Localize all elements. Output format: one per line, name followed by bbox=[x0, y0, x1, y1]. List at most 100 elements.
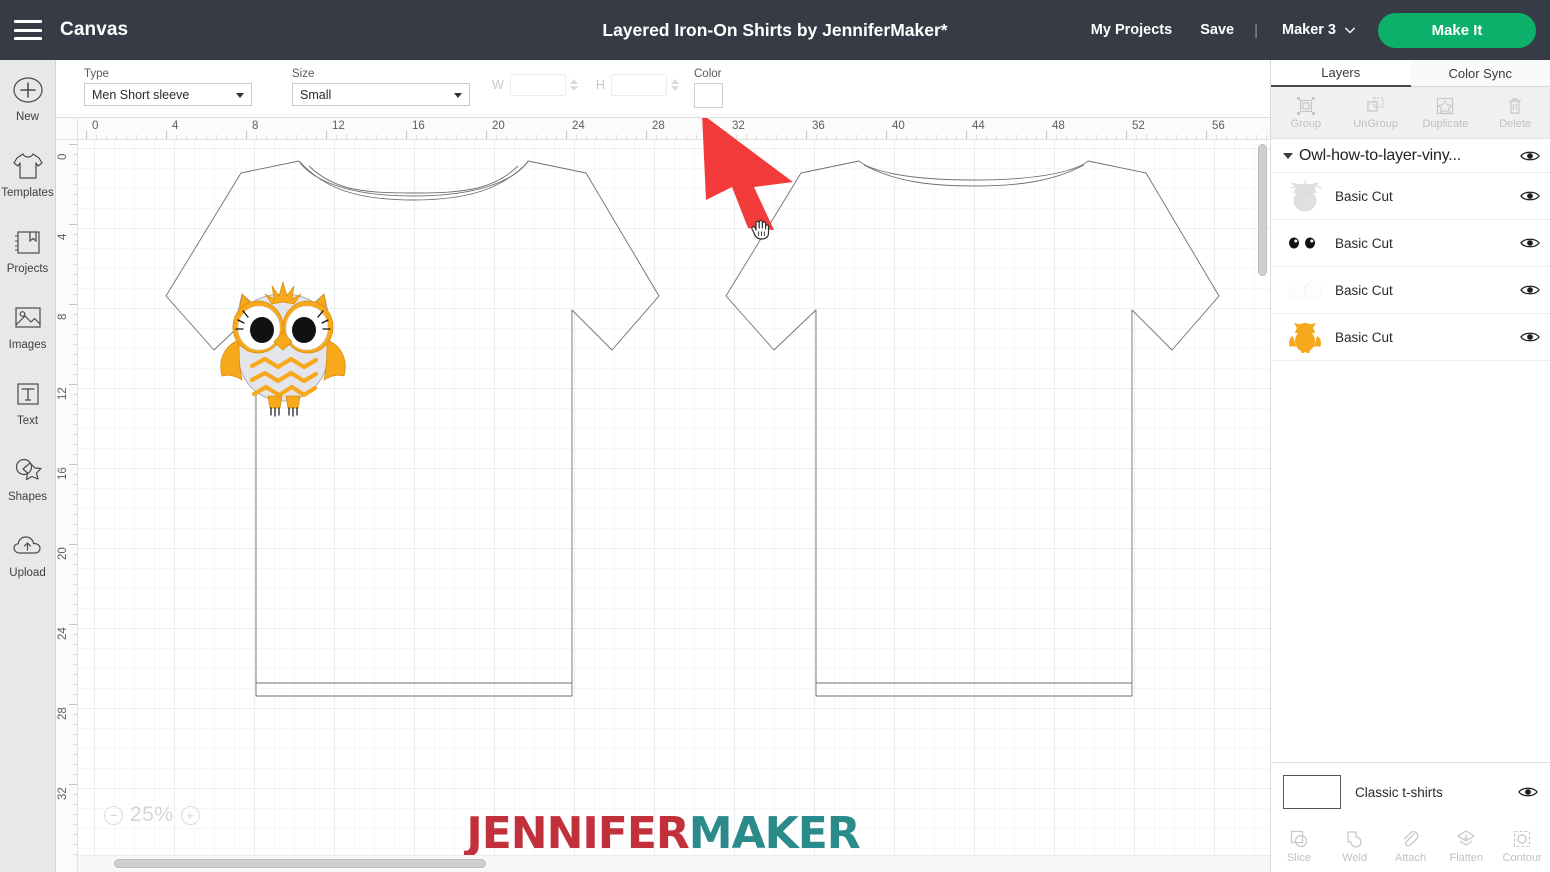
ungroup-button[interactable]: UnGroup bbox=[1341, 87, 1411, 138]
ruler-tick-minor bbox=[73, 404, 77, 405]
eye-icon[interactable] bbox=[1520, 236, 1540, 250]
vertical-scrollbar-thumb[interactable] bbox=[1258, 144, 1267, 276]
ruler-tick-label: 56 bbox=[1212, 120, 1225, 132]
ruler-tick-minor bbox=[1166, 135, 1167, 139]
contour-button[interactable]: Contour bbox=[1494, 821, 1550, 871]
ruler-tick-minor bbox=[976, 135, 977, 139]
ruler-tick-minor bbox=[526, 135, 527, 139]
ruler-tick bbox=[246, 131, 247, 139]
ruler-tick-minor bbox=[73, 434, 77, 435]
ruler-tick-label: 8 bbox=[252, 120, 259, 132]
eye-icon[interactable] bbox=[1520, 283, 1540, 297]
ruler-tick-minor bbox=[1256, 135, 1257, 139]
layer-row[interactable]: Basic Cut bbox=[1271, 267, 1550, 314]
eye-icon[interactable] bbox=[1520, 189, 1540, 203]
hamburger-menu-icon[interactable] bbox=[14, 20, 42, 40]
left-sidebar: New Templates Projects Images Text Shape… bbox=[0, 60, 56, 872]
ruler-tick-minor bbox=[73, 804, 77, 805]
sidebar-item-shapes[interactable]: Shapes bbox=[0, 452, 56, 528]
sidebar-item-upload[interactable]: Upload bbox=[0, 528, 56, 604]
ruler-tick-minor bbox=[73, 524, 77, 525]
width-label: W bbox=[492, 78, 504, 92]
eye-icon[interactable] bbox=[1520, 149, 1540, 163]
delete-button[interactable]: Delete bbox=[1480, 87, 1550, 138]
size-select[interactable]: Small bbox=[292, 83, 470, 106]
ruler-tick-label: 20 bbox=[492, 120, 505, 132]
attach-button[interactable]: Attach bbox=[1383, 821, 1439, 871]
eye-icon[interactable] bbox=[1520, 330, 1540, 344]
ruler-tick-minor bbox=[1186, 135, 1187, 139]
ruler-tick-minor bbox=[73, 234, 77, 235]
ruler-tick bbox=[1046, 131, 1047, 139]
layer-group-row[interactable]: Owl-how-to-layer-viny... bbox=[1271, 139, 1550, 173]
ruler-tick-minor bbox=[336, 135, 337, 139]
chevron-down-icon[interactable] bbox=[1283, 152, 1293, 159]
ruler-tick bbox=[69, 464, 77, 465]
ruler-tick-minor bbox=[73, 764, 77, 765]
size-value: Small bbox=[300, 87, 332, 102]
ruler-tick-minor bbox=[676, 135, 677, 139]
ruler-tick-minor bbox=[686, 135, 687, 139]
ruler-tick-minor bbox=[1096, 135, 1097, 139]
sidebar-item-new[interactable]: New bbox=[0, 72, 56, 148]
layer-row[interactable]: Basic Cut bbox=[1271, 314, 1550, 361]
layer-name: Basic Cut bbox=[1335, 235, 1393, 251]
ruler-tick-minor bbox=[186, 135, 187, 139]
height-input[interactable] bbox=[610, 74, 667, 96]
flatten-button[interactable]: Flatten bbox=[1438, 821, 1494, 871]
sidebar-item-projects[interactable]: Projects bbox=[0, 224, 56, 300]
ruler-tick-minor bbox=[1136, 135, 1137, 139]
design-canvas[interactable]: − 25% + JENNIFERMAKER 0 4 8 12 16 20 24 28 32 36 4… bbox=[56, 118, 1270, 872]
layer-thumbnail-owl-eyes-white bbox=[1288, 281, 1322, 299]
ruler-tick-minor bbox=[1016, 135, 1017, 139]
contour-icon bbox=[1514, 830, 1531, 847]
group-button[interactable]: Group bbox=[1271, 87, 1341, 138]
eye-icon[interactable] bbox=[1518, 785, 1538, 799]
make-it-button[interactable]: Make It bbox=[1378, 12, 1536, 48]
dimension-fields: W H bbox=[492, 74, 697, 96]
ruler-tick-minor bbox=[1226, 135, 1227, 139]
zoom-control[interactable]: − 25% + bbox=[104, 803, 200, 827]
layer-name: Basic Cut bbox=[1335, 188, 1393, 204]
zoom-out-button[interactable]: − bbox=[104, 805, 123, 825]
sidebar-item-images[interactable]: Images bbox=[0, 300, 56, 376]
sidebar-label: New bbox=[15, 111, 39, 123]
ruler-tick bbox=[406, 131, 407, 139]
horizontal-scrollbar-thumb[interactable] bbox=[114, 859, 486, 868]
owl-design-image[interactable] bbox=[208, 280, 358, 420]
duplicate-button[interactable]: Duplicate bbox=[1411, 87, 1481, 138]
slice-button[interactable]: Slice bbox=[1271, 821, 1327, 871]
type-select[interactable]: Men Short sleeve bbox=[84, 83, 252, 106]
color-field-group: Color bbox=[694, 68, 723, 108]
color-swatch-button[interactable] bbox=[694, 83, 723, 108]
layer-row[interactable]: Basic Cut bbox=[1271, 173, 1550, 220]
tab-color-sync[interactable]: Color Sync bbox=[1411, 60, 1550, 87]
weld-button[interactable]: Weld bbox=[1327, 821, 1383, 871]
sidebar-item-templates[interactable]: Templates bbox=[0, 148, 56, 224]
layer-row[interactable]: Basic Cut bbox=[1271, 220, 1550, 267]
ruler-tick-minor bbox=[73, 684, 77, 685]
zoom-in-button[interactable]: + bbox=[180, 805, 200, 825]
ruler-tick-minor bbox=[73, 574, 77, 575]
width-stepper[interactable] bbox=[569, 78, 578, 92]
ruler-tick-minor bbox=[73, 554, 77, 555]
save-button[interactable]: Save bbox=[1186, 22, 1248, 38]
template-color-swatch[interactable] bbox=[1283, 775, 1341, 809]
width-input[interactable] bbox=[509, 74, 566, 96]
height-stepper[interactable] bbox=[670, 78, 679, 92]
machine-selector[interactable]: Maker 3 bbox=[1264, 22, 1368, 38]
ruler-tick-minor bbox=[73, 354, 77, 355]
ruler-tick-minor bbox=[1146, 135, 1147, 139]
shapes-icon bbox=[13, 452, 43, 488]
ruler-tick-label: 28 bbox=[57, 707, 69, 720]
right-panel: Layers Color Sync Group UnGroup Duplicat… bbox=[1270, 60, 1550, 872]
sidebar-item-text[interactable]: Text bbox=[0, 376, 56, 452]
template-row[interactable]: Classic t-shirts bbox=[1271, 763, 1550, 821]
ruler-tick-label: 0 bbox=[92, 120, 99, 132]
ruler-tick-minor bbox=[73, 844, 77, 845]
tab-layers[interactable]: Layers bbox=[1271, 60, 1411, 87]
my-projects-link[interactable]: My Projects bbox=[1077, 22, 1186, 38]
ruler-tick-minor bbox=[206, 135, 207, 139]
shape-actions-toolbar: Slice Weld Attach Flatten Contour bbox=[1271, 821, 1550, 871]
horizontal-scrollbar-track[interactable] bbox=[78, 855, 1270, 872]
